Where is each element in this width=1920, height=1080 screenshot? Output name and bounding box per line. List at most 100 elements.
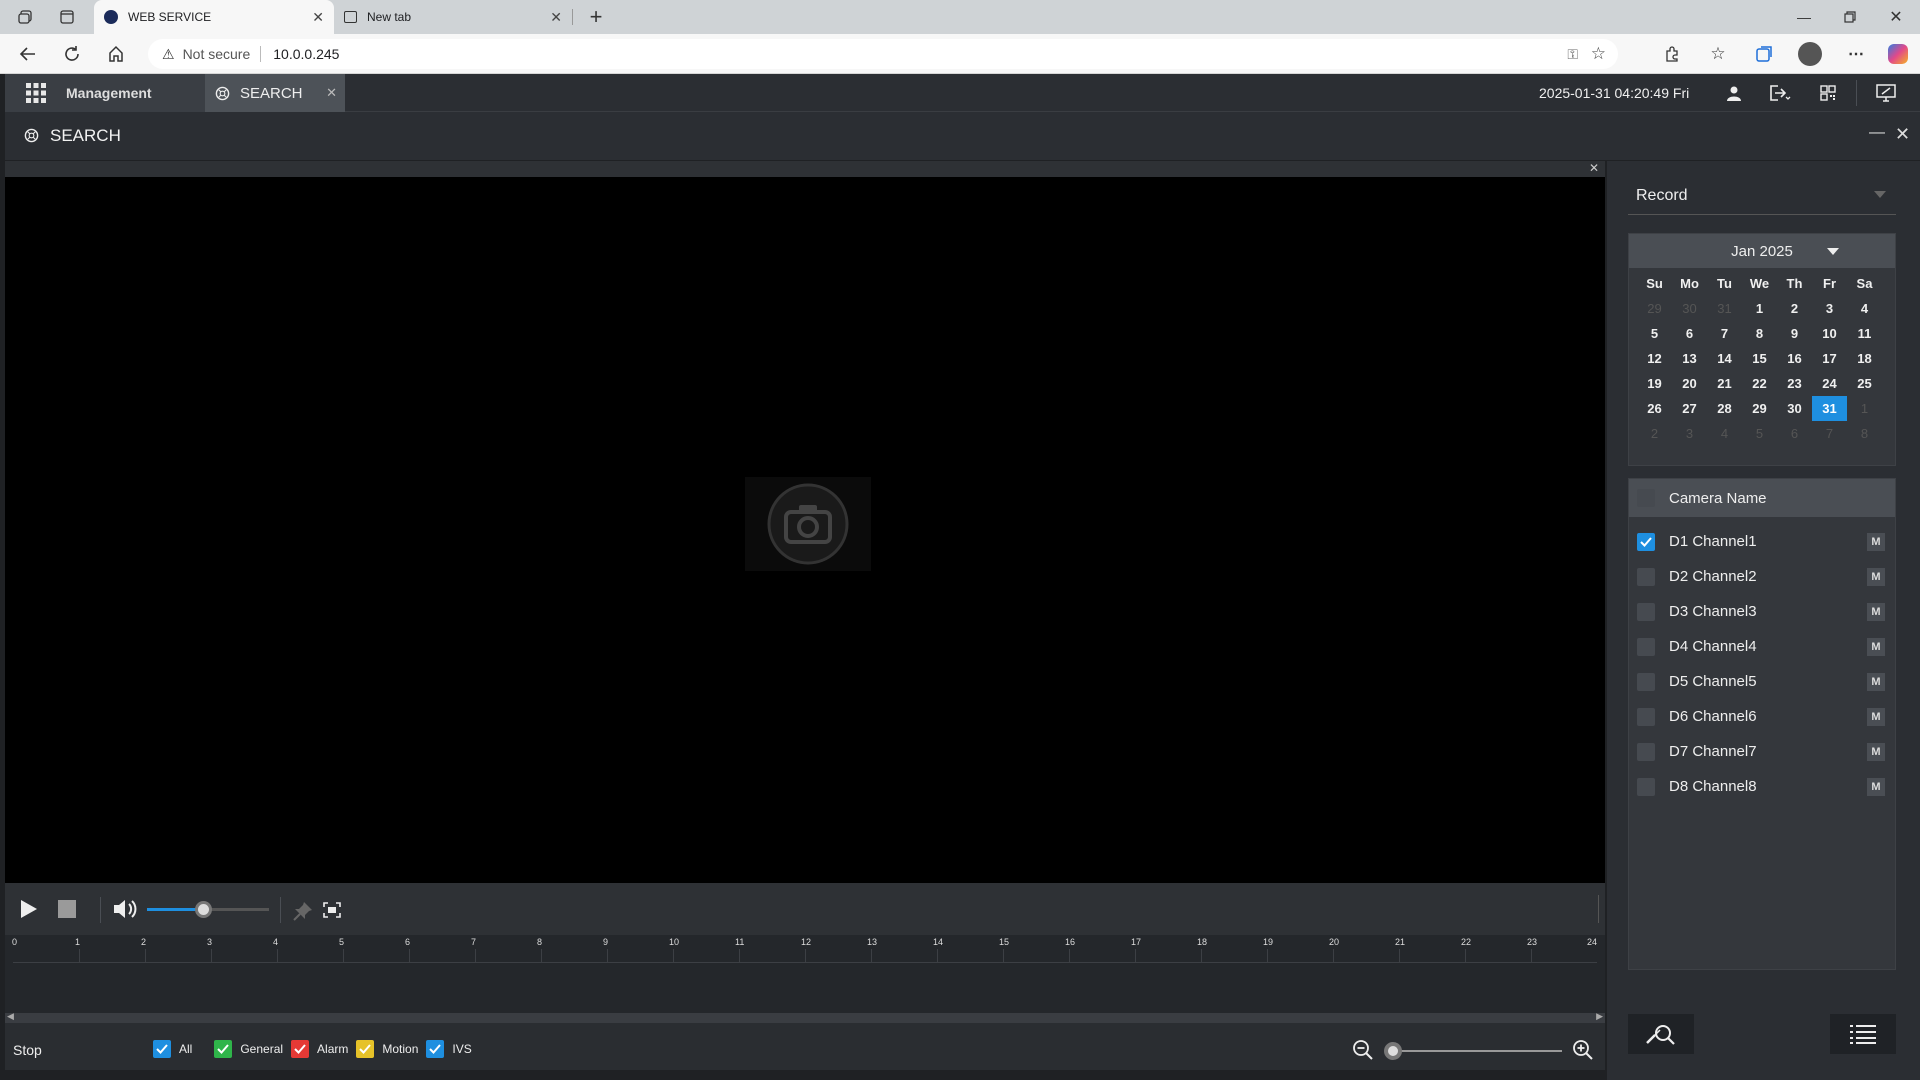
- legend-checkbox-ivs[interactable]: [426, 1040, 445, 1058]
- calendar-day[interactable]: 9: [1777, 321, 1812, 346]
- video-playback-window[interactable]: [5, 161, 1605, 883]
- key-icon[interactable]: ⚿: [1567, 46, 1578, 63]
- scroll-right-icon[interactable]: ▶: [1596, 1011, 1603, 1022]
- calendar-day[interactable]: 17: [1812, 346, 1847, 371]
- camera-row[interactable]: D2 Channel2 M: [1629, 559, 1895, 594]
- extensions-icon[interactable]: [1660, 42, 1684, 66]
- legend-checkbox-alarm[interactable]: [291, 1040, 310, 1058]
- calendar-day[interactable]: 4: [1847, 296, 1882, 321]
- volume-icon[interactable]: [112, 898, 138, 920]
- volume-slider[interactable]: [147, 901, 269, 918]
- browser-tab-new-tab[interactable]: New tab ✕: [334, 0, 572, 34]
- calendar-day[interactable]: 8: [1742, 321, 1777, 346]
- camera-row[interactable]: D7 Channel7 M: [1629, 734, 1895, 769]
- zoom-slider-handle[interactable]: [1384, 1042, 1402, 1060]
- camera-checkbox[interactable]: [1637, 567, 1655, 586]
- calendar-day[interactable]: 18: [1847, 346, 1882, 371]
- play-icon[interactable]: [20, 899, 38, 919]
- calendar-day[interactable]: 21: [1707, 371, 1742, 396]
- main-stream-badge[interactable]: M: [1867, 672, 1885, 691]
- calendar-day[interactable]: 27: [1672, 396, 1707, 421]
- workspaces-icon[interactable]: [14, 5, 38, 29]
- calendar-day[interactable]: 12: [1637, 346, 1672, 371]
- camera-checkbox[interactable]: [1637, 637, 1655, 656]
- profile-avatar-icon[interactable]: [1798, 42, 1822, 66]
- close-panel-icon[interactable]: ✕: [1895, 124, 1910, 145]
- camera-row[interactable]: D5 Channel5 M: [1629, 664, 1895, 699]
- camera-row[interactable]: D1 Channel1 M: [1629, 524, 1895, 559]
- main-stream-badge[interactable]: M: [1867, 777, 1885, 796]
- camera-row[interactable]: D6 Channel6 M: [1629, 699, 1895, 734]
- close-tab-icon[interactable]: ✕: [312, 9, 324, 26]
- stop-icon[interactable]: [58, 900, 76, 918]
- calendar-day[interactable]: 1: [1742, 296, 1777, 321]
- tab-actions-icon[interactable]: [55, 5, 79, 29]
- minimize-window-icon[interactable]: —: [1792, 5, 1816, 29]
- volume-slider-handle[interactable]: [195, 901, 212, 918]
- month-dropdown-icon[interactable]: [1827, 248, 1839, 255]
- monitor-icon[interactable]: [1875, 83, 1897, 103]
- camera-checkbox[interactable]: [1637, 777, 1655, 796]
- search-button[interactable]: [1628, 1014, 1694, 1054]
- calendar-day[interactable]: 2: [1777, 296, 1812, 321]
- calendar-day[interactable]: 23: [1777, 371, 1812, 396]
- logout-icon[interactable]: [1769, 83, 1791, 103]
- calendar-day[interactable]: 29: [1742, 396, 1777, 421]
- new-tab-plus-icon[interactable]: +: [584, 4, 608, 29]
- calendar-month-selector[interactable]: Jan 2025: [1629, 234, 1895, 268]
- address-bar[interactable]: ⚠ Not secure 10.0.0.245 ⚿ ☆: [148, 39, 1618, 69]
- copilot-icon[interactable]: [1886, 42, 1910, 66]
- calendar-day[interactable]: 14: [1707, 346, 1742, 371]
- main-stream-badge[interactable]: M: [1867, 742, 1885, 761]
- restore-window-icon[interactable]: [1838, 5, 1862, 29]
- calendar-day[interactable]: 3: [1812, 296, 1847, 321]
- favorite-star-icon[interactable]: ☆: [1591, 44, 1606, 64]
- collections-icon[interactable]: [1752, 42, 1776, 66]
- camera-row[interactable]: D3 Channel3 M: [1629, 594, 1895, 629]
- calendar-day[interactable]: 30: [1777, 396, 1812, 421]
- camera-row[interactable]: D4 Channel4 M: [1629, 629, 1895, 664]
- close-window-icon[interactable]: ✕: [1884, 5, 1908, 29]
- calendar-day[interactable]: 10: [1812, 321, 1847, 346]
- camera-checkbox[interactable]: [1637, 707, 1655, 726]
- timeline-track[interactable]: [13, 949, 1597, 963]
- calendar-day[interactable]: 6: [1672, 321, 1707, 346]
- zoom-in-icon[interactable]: [1572, 1039, 1594, 1061]
- close-tab-icon[interactable]: ✕: [550, 9, 562, 26]
- url-text[interactable]: 10.0.0.245: [273, 46, 339, 62]
- camera-checkbox[interactable]: [1637, 532, 1655, 551]
- calendar-day[interactable]: 13: [1672, 346, 1707, 371]
- legend-checkbox-motion[interactable]: [356, 1040, 375, 1058]
- calendar-day[interactable]: 19: [1637, 371, 1672, 396]
- back-arrow-icon[interactable]: [16, 42, 40, 66]
- camera-checkbox[interactable]: [1637, 742, 1655, 761]
- calendar-day[interactable]: 20: [1672, 371, 1707, 396]
- record-type-select[interactable]: Record: [1628, 177, 1896, 215]
- minimize-panel-icon[interactable]: —: [1869, 124, 1885, 142]
- tab-search[interactable]: SEARCH ✕: [205, 74, 345, 112]
- apps-grid-icon[interactable]: [26, 83, 46, 103]
- main-stream-badge[interactable]: M: [1867, 637, 1885, 656]
- scroll-left-icon[interactable]: ◀: [7, 1011, 14, 1022]
- refresh-icon[interactable]: [60, 42, 84, 66]
- close-tab-icon[interactable]: ✕: [326, 85, 337, 101]
- qr-code-icon[interactable]: [1817, 83, 1839, 103]
- calendar-day[interactable]: 25: [1847, 371, 1882, 396]
- main-stream-badge[interactable]: M: [1867, 707, 1885, 726]
- pin-icon[interactable]: [293, 901, 313, 921]
- timeline-scrollbar[interactable]: ◀ ▶: [5, 1011, 1605, 1023]
- home-icon[interactable]: [104, 42, 128, 66]
- legend-checkbox-general[interactable]: [214, 1040, 233, 1058]
- calendar-day[interactable]: 26: [1637, 396, 1672, 421]
- legend-checkbox-all[interactable]: [153, 1040, 171, 1058]
- management-label[interactable]: Management: [66, 85, 152, 101]
- browser-tab-web-service[interactable]: WEB SERVICE ✕: [94, 0, 334, 34]
- calendar-day[interactable]: 22: [1742, 371, 1777, 396]
- zoom-out-icon[interactable]: [1352, 1039, 1374, 1061]
- calendar-day[interactable]: 5: [1637, 321, 1672, 346]
- camera-checkbox[interactable]: [1637, 672, 1655, 691]
- file-list-button[interactable]: [1830, 1014, 1896, 1054]
- fullscreen-icon[interactable]: [323, 902, 341, 918]
- favorites-icon[interactable]: ☆: [1706, 42, 1730, 66]
- calendar-day[interactable]: 24: [1812, 371, 1847, 396]
